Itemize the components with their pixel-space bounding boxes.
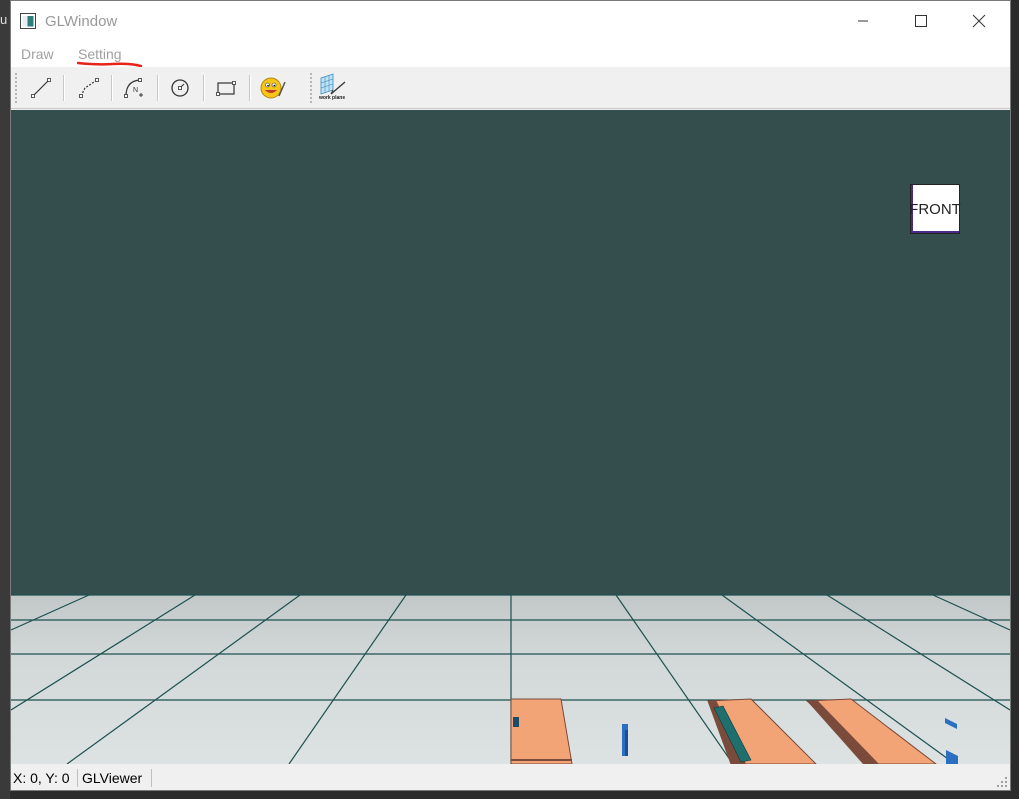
title-bar[interactable]: GLWindow — [11, 1, 1010, 41]
status-separator — [77, 769, 78, 787]
svg-text:N: N — [133, 87, 138, 94]
draw-line-button[interactable] — [25, 72, 57, 104]
toolbar-separator — [63, 75, 65, 101]
draw-curve-button[interactable]: N — [118, 72, 150, 104]
rectangle-icon — [216, 81, 236, 96]
close-icon — [972, 14, 986, 28]
line-icon — [31, 78, 51, 98]
close-button[interactable] — [950, 1, 1008, 41]
work-plane-button[interactable]: work plane — [317, 72, 351, 104]
menu-draw[interactable]: Draw — [21, 46, 54, 62]
toolbar-separator — [111, 75, 113, 101]
work-plane-caption: work plane — [319, 95, 346, 101]
status-viewer-label: GLViewer — [82, 770, 143, 786]
curve-icon: N — [124, 78, 143, 98]
window-title: GLWindow — [45, 13, 118, 30]
toolbar-grip[interactable] — [15, 73, 20, 103]
view-cube[interactable]: FRONT — [909, 184, 961, 234]
status-separator — [151, 769, 152, 787]
toolbar-grip[interactable] — [310, 73, 315, 103]
minimize-button[interactable] — [834, 1, 892, 41]
maximize-icon — [915, 15, 927, 27]
background-text: u — [0, 12, 8, 27]
cursor-coordinates: X: 0, Y: 0 — [13, 770, 70, 786]
maximize-button[interactable] — [892, 1, 950, 41]
view-cube-label: FRONT — [909, 200, 961, 218]
draw-circle-button[interactable] — [164, 72, 196, 104]
polyline-icon — [79, 78, 99, 98]
toolbar-separator — [157, 75, 159, 101]
resize-grip-icon[interactable] — [996, 776, 1008, 788]
app-icon — [20, 13, 36, 29]
minimize-icon — [858, 20, 868, 22]
circle-icon — [171, 79, 189, 97]
draw-rectangle-button[interactable] — [210, 72, 242, 104]
background-window-edge: u — [0, 0, 10, 799]
gl-viewport[interactable]: FRONT — [11, 110, 1010, 764]
status-bar: X: 0, Y: 0 GLViewer — [11, 764, 1010, 790]
gl-window: GLWindow Draw Setting N work plane FRONT… — [10, 0, 1011, 791]
menu-setting[interactable]: Setting — [78, 46, 122, 62]
toolbar: N work plane — [11, 67, 1010, 117]
menu-bar: Draw Setting — [11, 41, 1010, 68]
scene-blue-bar-1 — [622, 724, 628, 756]
draw-polyline-button[interactable] — [73, 72, 105, 104]
scene-canvas — [11, 594, 1010, 764]
smiley-icon — [260, 77, 286, 99]
toolbar-separator — [203, 75, 205, 101]
toolbar-separator — [249, 75, 251, 101]
scene-box-1 — [510, 698, 573, 764]
smiley-tool-button[interactable] — [257, 72, 289, 104]
